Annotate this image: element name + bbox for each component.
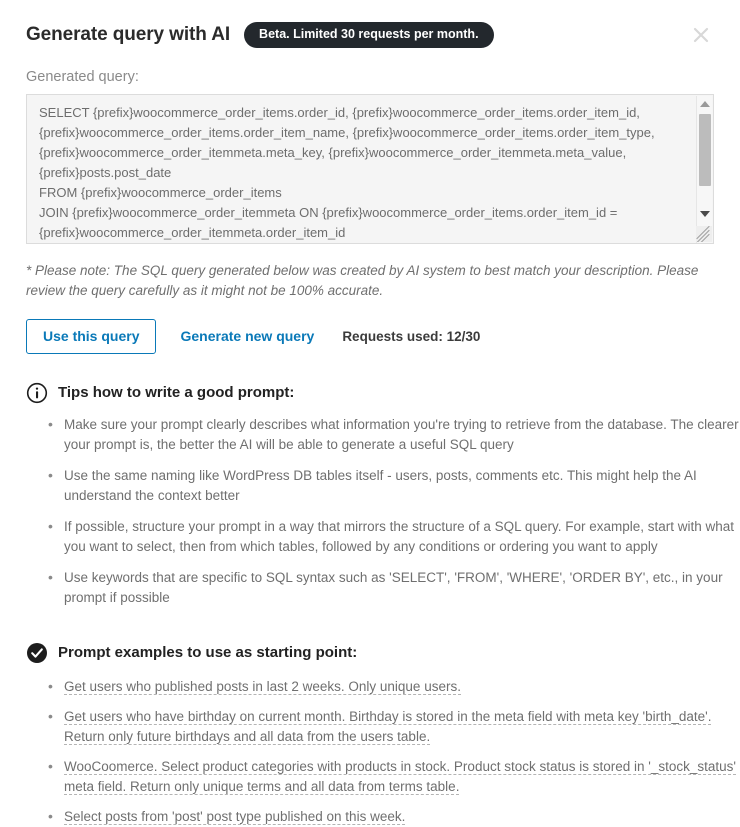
- list-item: Use the same naming like WordPress DB ta…: [48, 465, 740, 506]
- list-item: Get users who have birthday on current m…: [48, 706, 740, 747]
- generated-query-value: SELECT {prefix}woocommerce_order_items.o…: [39, 105, 655, 240]
- prompt-examples-list: Get users who published posts in last 2 …: [26, 676, 736, 827]
- check-circle-icon: [27, 642, 47, 663]
- prompt-examples-section: Prompt examples to use as starting point…: [26, 642, 736, 827]
- generated-query-textarea[interactable]: SELECT {prefix}woocommerce_order_items.o…: [26, 94, 714, 244]
- ai-disclaimer-note: * Please note: The SQL query generated b…: [26, 263, 699, 298]
- tips-list: Make sure your prompt clearly describes …: [26, 414, 739, 608]
- list-item: Make sure your prompt clearly describes …: [48, 414, 740, 455]
- tips-section-header: Tips how to write a good prompt:: [26, 382, 714, 404]
- examples-section-header: Prompt examples to use as starting point…: [26, 642, 714, 664]
- examples-section-title: Prompt examples to use as starting point…: [58, 644, 358, 662]
- prompt-example-link[interactable]: Get users who have birthday on current m…: [64, 708, 712, 745]
- list-item: If possible, structure your prompt in a …: [48, 516, 740, 557]
- scrollbar-thumb[interactable]: [699, 114, 711, 186]
- modal-header: Generate query with AI Beta. Limited 30 …: [26, 0, 714, 48]
- scroll-down-icon[interactable]: [697, 206, 712, 222]
- list-item: Use keywords that are specific to SQL sy…: [48, 567, 740, 608]
- generated-query-wrapper: SELECT {prefix}woocommerce_order_items.o…: [26, 94, 714, 244]
- generate-new-query-button[interactable]: Generate new query: [180, 328, 314, 344]
- beta-badge: Beta. Limited 30 requests per month.: [244, 22, 494, 48]
- use-this-query-button[interactable]: Use this query: [26, 319, 157, 354]
- prompt-example-link[interactable]: Select posts from 'post' post type publi…: [64, 808, 406, 825]
- prompt-example-link[interactable]: WooCoomerce. Select product categories w…: [64, 758, 736, 795]
- list-item: Select posts from 'post' post type publi…: [48, 806, 740, 827]
- action-bar: Use this query Generate new query Reques…: [26, 319, 714, 354]
- close-icon: [693, 27, 709, 43]
- close-button[interactable]: [688, 22, 714, 48]
- info-circle-icon: [26, 382, 48, 403]
- resize-handle-icon[interactable]: [696, 226, 712, 242]
- tips-section-title: Tips how to write a good prompt:: [58, 384, 295, 402]
- tips-section: Tips how to write a good prompt: Make su…: [26, 382, 739, 608]
- list-item: WooCoomerce. Select product categories w…: [48, 756, 740, 797]
- prompt-example-link[interactable]: Get users who published posts in last 2 …: [64, 678, 461, 695]
- page-title: Generate query with AI: [26, 24, 231, 45]
- scroll-up-icon[interactable]: [697, 96, 712, 112]
- generate-query-modal: Generate query with AI Beta. Limited 30 …: [0, 0, 740, 826]
- textarea-scrollbar[interactable]: [696, 96, 712, 243]
- list-item: Get users who published posts in last 2 …: [48, 676, 740, 697]
- generated-query-label: Generated query:: [26, 69, 139, 85]
- requests-used-counter: Requests used: 12/30: [342, 328, 481, 344]
